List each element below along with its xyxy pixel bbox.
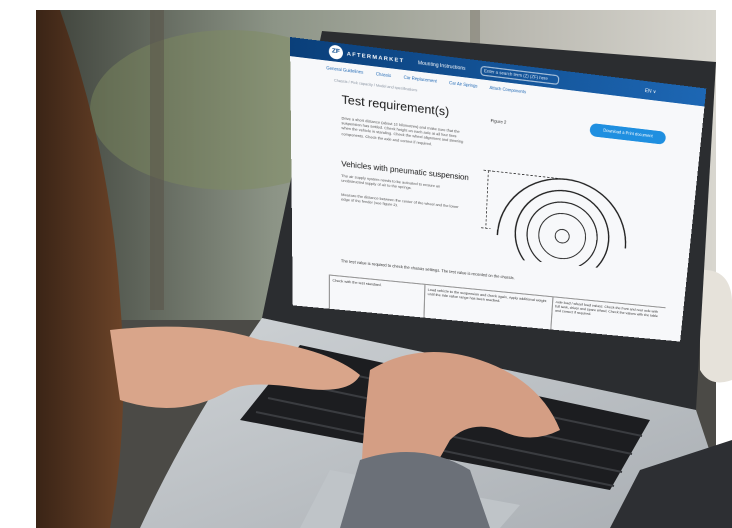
language-selector[interactable]: EN ∨	[645, 87, 657, 94]
figure-label: Figure 2	[490, 118, 507, 126]
page-title: Test requirement(s)	[341, 93, 450, 120]
laptop-screen: ZF AFTERMARKET Mounting Instructions Ent…	[290, 37, 707, 342]
intro-text: Drive a short distance (about 10 kilomet…	[341, 115, 464, 147]
tab-general[interactable]: General Guidelines	[326, 66, 363, 75]
search-input[interactable]: Enter a search term (Z) (ZF) here	[480, 65, 560, 86]
section-text-2: Measure the distance between the center …	[341, 192, 459, 210]
window-frame-left	[150, 10, 164, 310]
tab-chassis[interactable]: Chassis	[376, 72, 391, 79]
fender-arc	[497, 172, 630, 248]
hub	[555, 229, 570, 244]
tire-inner	[525, 198, 599, 272]
rim	[538, 211, 588, 261]
tab-car-replacement[interactable]: Car Replacement	[404, 75, 437, 84]
cup	[700, 269, 732, 383]
tab-car-air-springs[interactable]: Car Air Springs	[449, 80, 477, 88]
zf-logo[interactable]: ZF	[328, 44, 343, 61]
download-button[interactable]: Download a Print document	[589, 122, 667, 145]
wheel-diagram	[473, 134, 657, 273]
tab-attach-components[interactable]: Attach Components	[489, 85, 526, 94]
nav-link-mounting[interactable]: Mounting Instructions	[418, 59, 466, 71]
brand-name: AFTERMARKET	[346, 50, 405, 64]
